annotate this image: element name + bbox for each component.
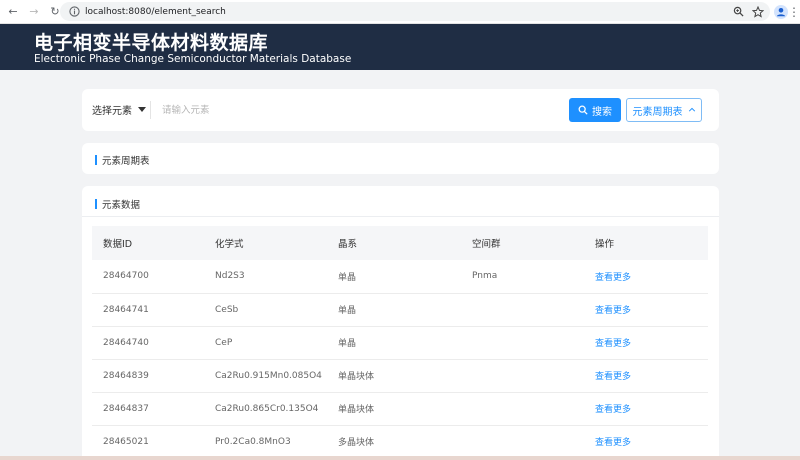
forward-button[interactable]: → (26, 4, 42, 20)
cell-space-group: Pnma (472, 271, 498, 282)
search-panel: 选择元素 搜索 元素周期表 (82, 89, 719, 131)
column-header-formula: 化学式 (215, 239, 244, 250)
cell-crystal: 单晶块体 (338, 372, 375, 382)
section-title-periodic: 元素周期表 (102, 156, 150, 167)
cell-space-group (472, 392, 595, 425)
search-input[interactable] (162, 101, 562, 119)
divider (82, 216, 719, 217)
menu-icon[interactable]: ⋮ (788, 4, 800, 20)
table-row: 28465021 Pr0.2Ca0.8MnO3 多晶块体 查看更多 (92, 425, 708, 458)
search-button[interactable]: 搜索 (569, 98, 621, 122)
table-row: 28464839 Ca2Ru0.915Mn0.085O4 单晶块体 查看更多 (92, 359, 708, 392)
back-button[interactable]: ← (5, 4, 21, 20)
column-header-id: 数据ID (103, 239, 133, 250)
cell-space-group (472, 293, 595, 326)
cell-id: 28464839 (103, 370, 149, 381)
cell-id: 28465021 (103, 436, 149, 447)
column-header-action: 操作 (595, 239, 615, 250)
cell-id: 28464837 (103, 403, 149, 414)
cell-formula: Ca2Ru0.865Cr0.135O4 (215, 403, 319, 414)
cell-id: 28464700 (103, 271, 149, 282)
search-icon (578, 105, 588, 115)
cell-crystal: 单晶 (338, 272, 357, 283)
url-text[interactable]: localhost:8080/element_search (85, 7, 226, 17)
periodic-table-section: 元素周期表 (82, 143, 719, 174)
cell-formula: CeP (215, 337, 233, 348)
cell-space-group (472, 359, 595, 392)
chevron-up-icon (688, 107, 695, 112)
section-title-data: 元素数据 (102, 200, 141, 211)
address-bar[interactable]: localhost:8080/element_search (60, 2, 770, 21)
cell-formula: Nd2S3 (215, 271, 245, 282)
page-title: 电子相变半导体材料数据库 (34, 32, 269, 54)
element-select-label: 选择元素 (92, 106, 132, 117)
cell-id: 28464741 (103, 304, 149, 315)
cell-formula: CeSb (215, 304, 239, 315)
caret-down-icon (138, 107, 146, 112)
browser-toolbar: ← → ↻ localhost:8080/element_search ⋮ (0, 0, 800, 24)
view-more-link[interactable]: 查看更多 (595, 405, 631, 415)
cell-space-group (472, 425, 595, 458)
search-button-label: 搜索 (592, 106, 612, 118)
cell-crystal: 单晶块体 (338, 405, 375, 415)
view-more-link[interactable]: 查看更多 (595, 339, 631, 349)
cell-crystal: 多晶块体 (338, 438, 375, 448)
table-row: 28464700 Nd2S3 单晶 Pnma 查看更多 (92, 260, 708, 293)
page-subtitle: Electronic Phase Change Semiconductor Ma… (34, 53, 352, 65)
profile-icon[interactable] (773, 4, 789, 20)
taskbar-edge (0, 456, 800, 460)
data-table: 数据ID 化学式 晶系 空间群 操作 28464700 Nd2S3 单晶 Pnm… (92, 226, 708, 459)
periodic-table-button[interactable]: 元素周期表 (626, 98, 702, 122)
column-header-crystal: 晶系 (338, 239, 358, 250)
periodic-table-button-label: 元素周期表 (632, 106, 683, 118)
cell-crystal: 单晶 (338, 306, 357, 316)
column-header-space-group: 空间群 (472, 239, 501, 250)
table-row: 28464837 Ca2Ru0.865Cr0.135O4 单晶块体 查看更多 (92, 392, 708, 425)
bookmark-star-icon[interactable] (752, 5, 764, 18)
view-more-link[interactable]: 查看更多 (595, 438, 631, 448)
app-header: 电子相变半导体材料数据库 Electronic Phase Change Sem… (0, 24, 800, 70)
cell-formula: Ca2Ru0.915Mn0.085O4 (215, 370, 322, 381)
cell-crystal: 单晶 (338, 339, 357, 349)
table-row: 28464741 CeSb 单晶 查看更多 (92, 293, 708, 326)
view-more-link[interactable]: 查看更多 (595, 372, 631, 382)
element-data-section: 元素数据 数据ID 化学式 晶系 空间群 操作 28464700 Nd2S3 单… (82, 186, 719, 460)
cell-space-group (472, 326, 595, 359)
cell-id: 28464740 (103, 337, 149, 348)
zoom-icon[interactable] (732, 6, 744, 18)
table-header-row: 数据ID 化学式 晶系 空间群 操作 (92, 226, 708, 260)
view-more-link[interactable]: 查看更多 (595, 306, 631, 316)
section-accent-bar (95, 199, 97, 209)
table-row: 28464740 CeP 单晶 查看更多 (92, 326, 708, 359)
cell-formula: Pr0.2Ca0.8MnO3 (215, 436, 291, 447)
section-accent-bar (95, 155, 97, 165)
site-info-icon[interactable] (68, 6, 80, 18)
divider (150, 101, 151, 119)
view-more-link[interactable]: 查看更多 (595, 273, 631, 283)
element-select[interactable]: 选择元素 (92, 102, 146, 117)
